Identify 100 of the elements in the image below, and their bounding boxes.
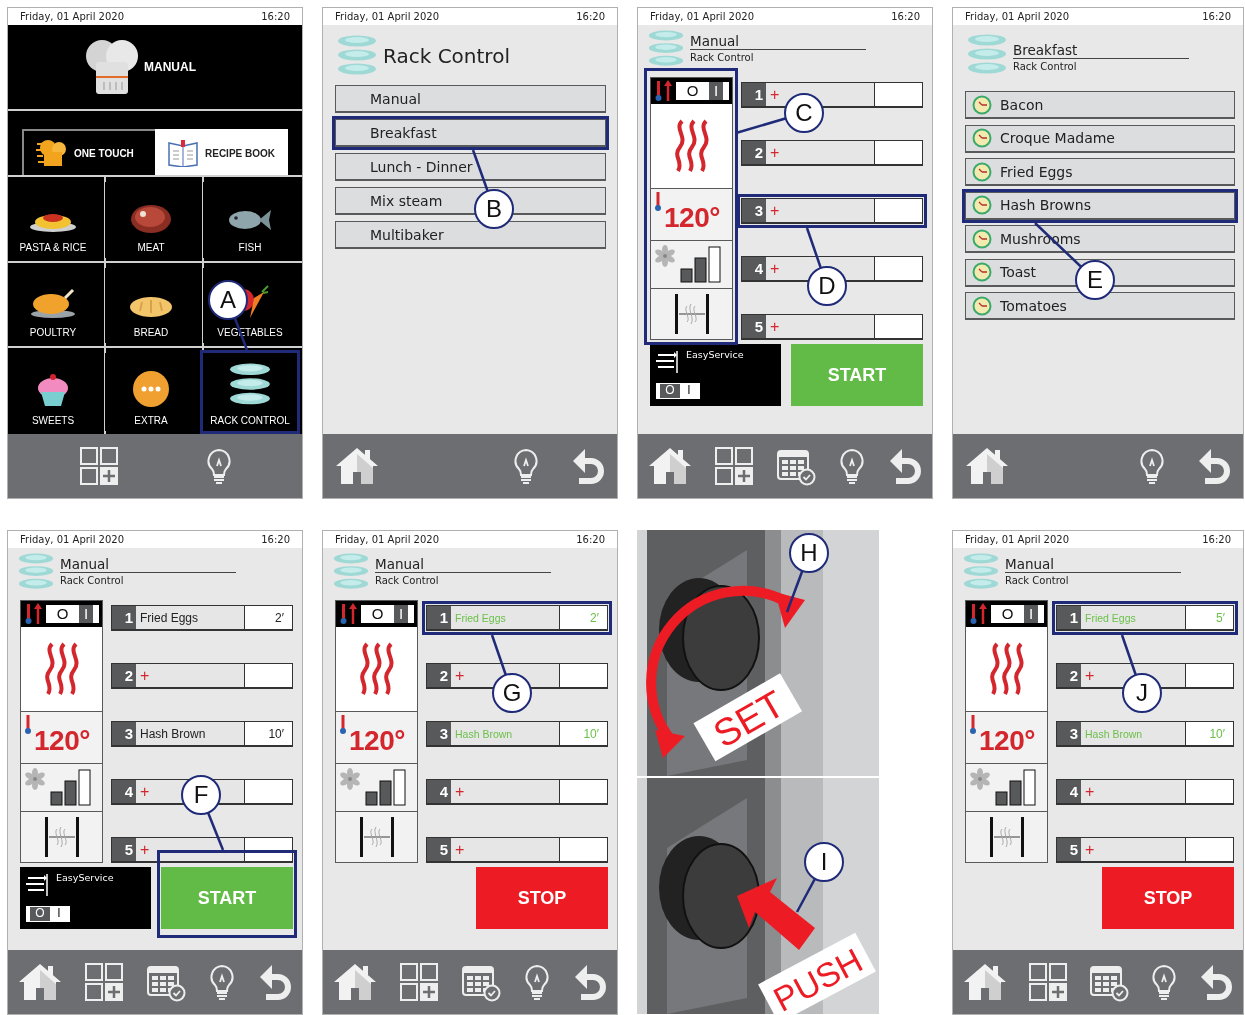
lightbulb-icon[interactable]: [1139, 448, 1165, 484]
easy-service-switch[interactable]: O I: [656, 383, 700, 399]
category-label: VEGETABLES: [217, 327, 283, 339]
recipe-name: Hash Brown: [1085, 727, 1143, 740]
easy-service-switch[interactable]: O I: [26, 906, 70, 922]
lightbulb-icon[interactable]: [206, 448, 232, 484]
power-switch[interactable]: O I: [991, 605, 1044, 623]
back-arrow-icon[interactable]: [888, 447, 922, 485]
add-button[interactable]: +: [455, 667, 465, 684]
rack-number: 3: [112, 722, 136, 745]
lightbulb-icon[interactable]: [513, 448, 539, 484]
rack-slot[interactable]: 5 +: [1056, 837, 1234, 863]
switch-option: O: [996, 605, 1019, 623]
grid-plus-icon[interactable]: [400, 963, 438, 1001]
add-button[interactable]: +: [770, 202, 780, 219]
home-icon[interactable]: [335, 446, 379, 486]
power-switch[interactable]: O I: [676, 82, 729, 100]
back-arrow-icon[interactable]: [1197, 447, 1231, 485]
home-icon[interactable]: [965, 446, 1009, 486]
rack-slot[interactable]: 5 +: [426, 837, 608, 863]
status-date: Friday, 01 April 2020: [335, 534, 440, 545]
lightbulb-icon[interactable]: [839, 448, 865, 484]
menu-item[interactable]: Breakfast: [335, 119, 606, 147]
menu-item[interactable]: Multibaker: [335, 221, 606, 249]
power-switch[interactable]: O I: [361, 605, 414, 623]
add-button[interactable]: +: [770, 86, 780, 103]
rack-slot[interactable]: 3 Hash Brown 10′: [1056, 721, 1234, 747]
status-date: Friday, 01 April 2020: [20, 534, 125, 545]
back-arrow-icon[interactable]: [573, 963, 607, 1001]
thermometer-icon: [969, 715, 977, 735]
screen-title: MANUAL: [144, 60, 196, 74]
back-arrow-icon[interactable]: [571, 447, 605, 485]
grid-plus-icon[interactable]: [715, 447, 753, 485]
add-button[interactable]: +: [140, 667, 150, 684]
category-label: FISH: [238, 241, 262, 253]
tab[interactable]: RECIPE BOOK: [155, 129, 288, 175]
stop-button[interactable]: STOP: [476, 867, 608, 929]
rack-number: 3: [427, 722, 451, 745]
lightbulb-icon[interactable]: [209, 964, 235, 1000]
add-button[interactable]: +: [770, 260, 780, 277]
recipe-item[interactable]: Hash Browns: [965, 191, 1235, 220]
rack-slot[interactable]: 5 +: [741, 314, 923, 340]
stop-button[interactable]: STOP: [1102, 867, 1234, 929]
rack-slot[interactable]: 1 Fried Eggs 2′: [426, 605, 608, 631]
home-icon[interactable]: [648, 446, 692, 486]
add-button[interactable]: +: [1085, 667, 1095, 684]
menu-item[interactable]: Manual: [335, 85, 606, 113]
grid-plus-icon[interactable]: [85, 963, 123, 1001]
rack-number: 4: [112, 780, 136, 803]
back-arrow-icon[interactable]: [1199, 963, 1233, 1001]
grid-plus-icon[interactable]: [80, 447, 118, 485]
add-button[interactable]: +: [455, 841, 465, 858]
rack-number: 4: [427, 780, 451, 803]
rack-number: 2: [1057, 664, 1081, 687]
add-button[interactable]: +: [770, 144, 780, 161]
recipe-item[interactable]: Tomatoes: [965, 292, 1235, 320]
rack-slot[interactable]: 3 Hash Brown 10′: [426, 721, 608, 747]
back-arrow-icon[interactable]: [258, 963, 292, 1001]
recipe-item[interactable]: Croque Madame: [965, 124, 1235, 153]
thermometer-icon: [339, 603, 359, 625]
recipe-name: Tomatoes: [1000, 297, 1067, 314]
add-button[interactable]: +: [140, 841, 150, 858]
easy-service-icon: [656, 349, 680, 375]
rack-slot[interactable]: 4 +: [426, 779, 608, 805]
rack-slot[interactable]: 1 Fried Eggs 5′: [1056, 605, 1234, 631]
status-date: Friday, 01 April 2020: [335, 11, 440, 22]
status-time: 16:20: [1202, 534, 1231, 545]
rack-slot[interactable]: 4 +: [1056, 779, 1234, 805]
lightbulb-icon[interactable]: [524, 964, 550, 1000]
rack-slot[interactable]: 1 Fried Eggs 2′: [111, 605, 293, 631]
home-icon[interactable]: [963, 962, 1007, 1002]
time-value: 2′: [590, 610, 599, 625]
home-icon[interactable]: [333, 962, 377, 1002]
rack-slot[interactable]: 2 +: [741, 140, 923, 166]
home-icon[interactable]: [18, 962, 62, 1002]
add-button[interactable]: +: [770, 318, 780, 335]
status-date: Friday, 01 April 2020: [650, 11, 755, 22]
screen-title: Manual: [60, 556, 236, 573]
callout-marker: C: [784, 93, 824, 133]
fan-icon: [339, 768, 361, 790]
tab[interactable]: ONE TOUCH: [22, 129, 155, 175]
power-switch[interactable]: O I: [46, 605, 99, 623]
clock-icon: [972, 195, 992, 215]
add-button[interactable]: +: [1085, 841, 1095, 858]
recipe-item[interactable]: Bacon: [965, 91, 1235, 119]
screen-title: Manual: [375, 556, 551, 573]
grid-plus-icon[interactable]: [1029, 963, 1067, 1001]
recipe-item[interactable]: Fried Eggs: [965, 158, 1235, 186]
rack-slot[interactable]: 2 +: [111, 663, 293, 689]
rack-slot[interactable]: 5 +: [111, 837, 293, 863]
fan-icon: [24, 768, 46, 790]
rack-number: 1: [1057, 606, 1081, 629]
menu-item[interactable]: Lunch - Dinner: [335, 153, 606, 181]
rack-slot[interactable]: 3 Hash Brown 10′: [111, 721, 293, 747]
add-button[interactable]: +: [455, 783, 465, 800]
rack-slot[interactable]: 3 +: [741, 198, 923, 224]
thermometer-icon: [654, 192, 662, 212]
add-button[interactable]: +: [1085, 783, 1095, 800]
lightbulb-icon[interactable]: [1151, 964, 1177, 1000]
add-button[interactable]: +: [140, 783, 150, 800]
